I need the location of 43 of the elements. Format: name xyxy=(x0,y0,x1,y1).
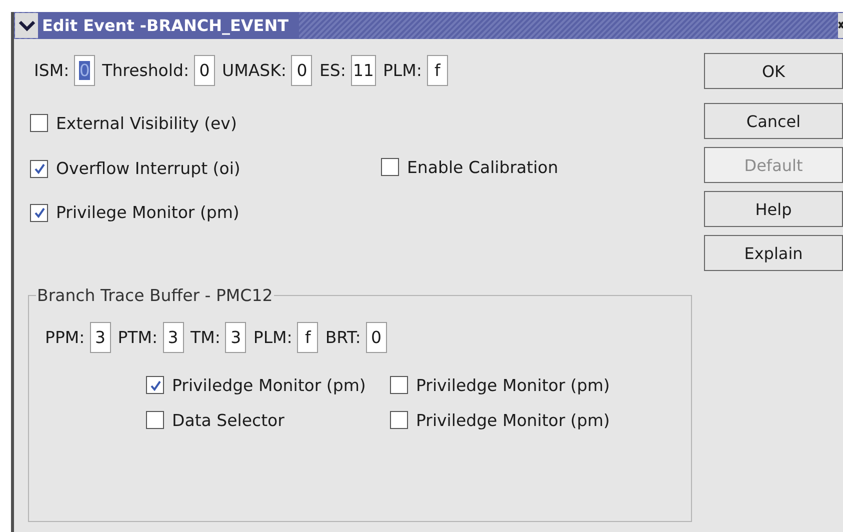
checkbox-label[interactable]: Priviledge Monitor (pm) xyxy=(172,376,366,394)
field-label: ES: xyxy=(319,61,346,80)
dialog-button[interactable]: OK xyxy=(704,53,843,89)
text-field[interactable]: 0 xyxy=(291,55,312,86)
field-label: BRT: xyxy=(325,328,361,347)
checkbox-label[interactable]: Privilege Monitor (pm) xyxy=(56,203,240,222)
field-label: PLM: xyxy=(382,61,422,80)
checkbox[interactable] xyxy=(390,376,408,394)
field-label: PPM: xyxy=(45,328,85,347)
checkbox[interactable] xyxy=(146,411,164,429)
dialog-button[interactable]: Cancel xyxy=(704,103,843,139)
dialog-button[interactable]: Help xyxy=(704,191,843,227)
checkbox[interactable] xyxy=(30,160,48,178)
checkbox-label[interactable]: External Visibility (ev) xyxy=(56,114,237,133)
checkbox[interactable] xyxy=(390,411,408,429)
text-field[interactable]: 3 xyxy=(90,322,111,353)
text-field[interactable]: 11 xyxy=(350,55,376,86)
checkbox-label[interactable]: Overflow Interrupt (oi) xyxy=(56,159,240,178)
text-field[interactable]: 3 xyxy=(162,322,184,353)
checkbox[interactable] xyxy=(381,158,399,176)
text-field[interactable]: 0 xyxy=(194,55,216,86)
checkbox[interactable] xyxy=(30,204,48,222)
field-label: Threshold: xyxy=(102,61,190,80)
field-label: PLM: xyxy=(253,328,292,347)
field-label: TM: xyxy=(190,328,220,347)
text-field[interactable]: f xyxy=(297,322,318,353)
checkbox-label[interactable]: Priviledge Monitor (pm) xyxy=(416,376,610,394)
text-field[interactable]: 3 xyxy=(225,322,246,353)
checkbox-label[interactable]: Enable Calibration xyxy=(407,158,558,177)
checkbox[interactable] xyxy=(146,376,164,394)
field-label: PTM: xyxy=(118,328,158,347)
window-title: Edit Event -BRANCH_EVENT xyxy=(38,12,299,39)
field-label: UMASK: xyxy=(222,61,286,80)
checkbox-label[interactable]: Priviledge Monitor (pm) xyxy=(416,410,610,430)
group-title: Branch Trace Buffer - PMC12 xyxy=(36,286,274,305)
text-field[interactable]: f xyxy=(426,55,448,86)
checkbox[interactable] xyxy=(30,114,48,132)
chevron-icon[interactable] xyxy=(15,13,38,38)
field-label: ISM: xyxy=(34,61,70,80)
text-field[interactable]: 0 xyxy=(366,322,387,353)
dialog-button[interactable]: Explain xyxy=(704,235,843,271)
checkbox-label[interactable]: Data Selector xyxy=(172,410,284,430)
close-icon[interactable] xyxy=(838,13,843,38)
